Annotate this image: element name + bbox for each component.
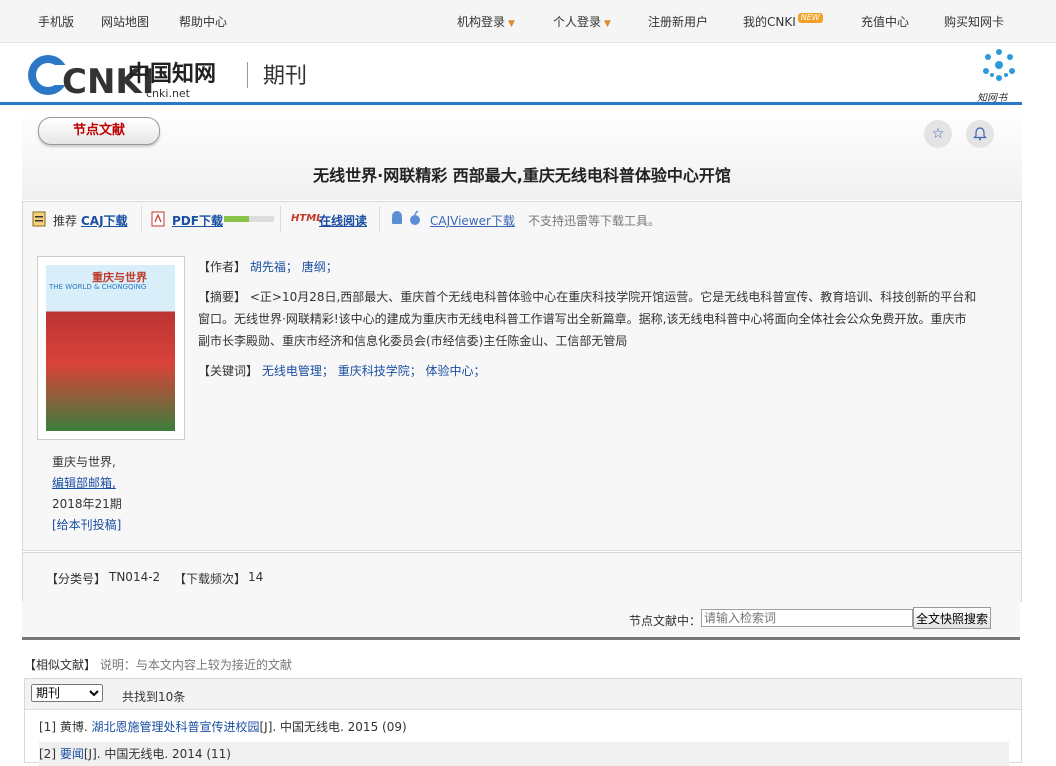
abstract-text: <正>10月28日,西部最大、重庆首个无线电科普体验中心在重庆科技学院开馆运营。…: [198, 290, 977, 348]
divider: [141, 206, 142, 232]
header-divider: [0, 102, 1022, 105]
my-cnki-link[interactable]: 我的CNKI NEW: [743, 13, 823, 30]
similar-desc: 说明：与本文内容上较为接近的文献: [99, 658, 292, 672]
cover-image: 重庆与世界 THE WORLD & CHONGQING: [46, 265, 175, 431]
similar-title-link[interactable]: 湖北恩施管理处科普宣传进校园: [91, 720, 259, 734]
android-icon: [390, 210, 404, 229]
chevron-down-icon: ▼: [508, 19, 515, 29]
download-note: 不支持迅雷等下载工具。: [528, 214, 661, 228]
submit-link[interactable]: [给本刊投稿]: [52, 518, 121, 532]
similar-title-link[interactable]: 要闻: [60, 747, 84, 761]
help-link[interactable]: 帮助中心: [179, 13, 227, 30]
keyword-link[interactable]: 重庆科技学院；: [338, 364, 422, 378]
article-title: 无线世界·网联精彩 西部最大,重庆无线电科普体验中心开馆: [313, 166, 731, 185]
pdf-quality-bar: [222, 211, 274, 225]
logo-divider: [247, 62, 248, 88]
abstract-row: 【摘要】 <正>10月28日,西部最大、重庆首个无线电科普体验中心在重庆科技学院…: [198, 286, 978, 352]
search-input[interactable]: [701, 609, 913, 627]
journal-name: 重庆与世界,: [52, 455, 116, 469]
pdf-file-icon: [151, 211, 165, 230]
pdf-download-link[interactable]: PDF下载: [172, 212, 223, 229]
cls-label: 【分类号】: [46, 572, 107, 586]
classification-row: 【分类号】 TN014-2 【下载频次】 14: [22, 552, 1022, 602]
search-label: 节点文献中：: [629, 614, 702, 628]
chevron-down-icon: ▼: [604, 19, 611, 29]
abstract-label: 【摘要】: [198, 290, 247, 304]
section-title: 期刊: [263, 64, 308, 89]
divider: [379, 206, 380, 232]
buy-card-link[interactable]: 购买知网卡: [944, 13, 1004, 30]
download-count-value: 14: [248, 570, 264, 584]
author-link[interactable]: 唐纲；: [302, 260, 338, 274]
article-fields: 【作者】 胡先福； 唐纲； 【摘要】 <正>10月28日,西部最大、重庆首个无线…: [198, 256, 978, 390]
keyword-link[interactable]: 体验中心；: [426, 364, 486, 378]
node-search-bar: 节点文献中： 全文快照搜索: [22, 601, 1020, 640]
cnki-logo[interactable]: CNKI 中国知网 cnki.net: [26, 51, 236, 102]
similar-list: 期刊 共找到10条 [1] 黄博. 湖北恩施管理处科普宣传进校园[J]. 中国无…: [24, 678, 1022, 766]
list-item: [1] 黄博. 湖北恩施管理处科普宣传进校园[J]. 中国无线电. 2015 (…: [39, 720, 407, 734]
result-count: 共找到10条: [122, 690, 186, 704]
keyword-link[interactable]: 无线电管理；: [262, 364, 334, 378]
divider: [280, 206, 281, 232]
cls-value: TN014-2: [109, 570, 161, 584]
download-bar: 推荐 CAJ下载 PDF下载 HTML 在线阅读 CAJViewer下载 不支持…: [22, 201, 1022, 237]
caj-download-link[interactable]: CAJ下载: [81, 212, 128, 229]
cajviewer-download-link[interactable]: CAJViewer下载: [430, 212, 515, 229]
authors-label: 【作者】: [198, 260, 247, 274]
node-header: [22, 108, 1022, 200]
recommend-label: 推荐: [53, 214, 78, 228]
html-icon: HTML: [291, 213, 323, 224]
mobile-link[interactable]: 手机版: [38, 13, 74, 30]
register-link[interactable]: 注册新用户: [648, 13, 708, 30]
logo-url: cnki.net: [146, 87, 191, 99]
source-type-select[interactable]: 期刊: [31, 684, 103, 702]
keywords-row: 【关键词】 无线电管理； 重庆科技学院； 体验中心；: [198, 360, 978, 382]
logo-cn: 中国知网: [128, 61, 216, 87]
similar-toolbar: 期刊 共找到10条: [25, 679, 1021, 710]
keywords-label: 【关键词】: [198, 364, 259, 378]
favorite-star-icon[interactable]: ☆: [924, 120, 952, 148]
institution-login[interactable]: 机构登录 ▼: [457, 13, 515, 30]
list-item: [2] 要闻[J]. 中国无线电. 2014 (11): [39, 742, 1009, 766]
online-read-link[interactable]: 在线阅读: [319, 212, 367, 229]
cover-title-en: THE WORLD & CHONGQING: [49, 283, 147, 291]
author-link[interactable]: 胡先福；: [250, 260, 298, 274]
recharge-link[interactable]: 充值中心: [861, 13, 909, 30]
personal-login[interactable]: 个人登录 ▼: [553, 13, 611, 30]
new-badge: NEW: [797, 13, 823, 23]
similar-title: 【相似文献】: [24, 658, 97, 672]
node-literature-tab[interactable]: 节点文献: [38, 117, 160, 145]
sitemap-link[interactable]: 网站地图: [101, 13, 149, 30]
journal-issue: 2018年21期: [52, 497, 122, 511]
editorial-email-link[interactable]: 编辑部邮箱,: [52, 476, 116, 490]
caj-file-icon: [32, 211, 46, 230]
download-count-label: 【下载频次】: [174, 572, 247, 586]
fulltext-search-button[interactable]: 全文快照搜索: [913, 607, 991, 629]
top-nav-bar: 手机版 网站地图 帮助中心 机构登录 ▼ 个人登录 ▼ 注册新用户 我的CNKI NE…: [0, 0, 1056, 43]
journal-cover[interactable]: 重庆与世界 THE WORLD & CHONGQING: [37, 256, 185, 440]
notification-bell-icon[interactable]: [966, 120, 994, 148]
similar-header: 【相似文献】 说明：与本文内容上较为接近的文献: [24, 656, 292, 673]
authors-row: 【作者】 胡先福； 唐纲；: [198, 256, 978, 278]
journal-info: 重庆与世界, 编辑部邮箱, 2018年21期 [给本刊投稿]: [52, 452, 122, 536]
apple-icon: [408, 210, 422, 229]
